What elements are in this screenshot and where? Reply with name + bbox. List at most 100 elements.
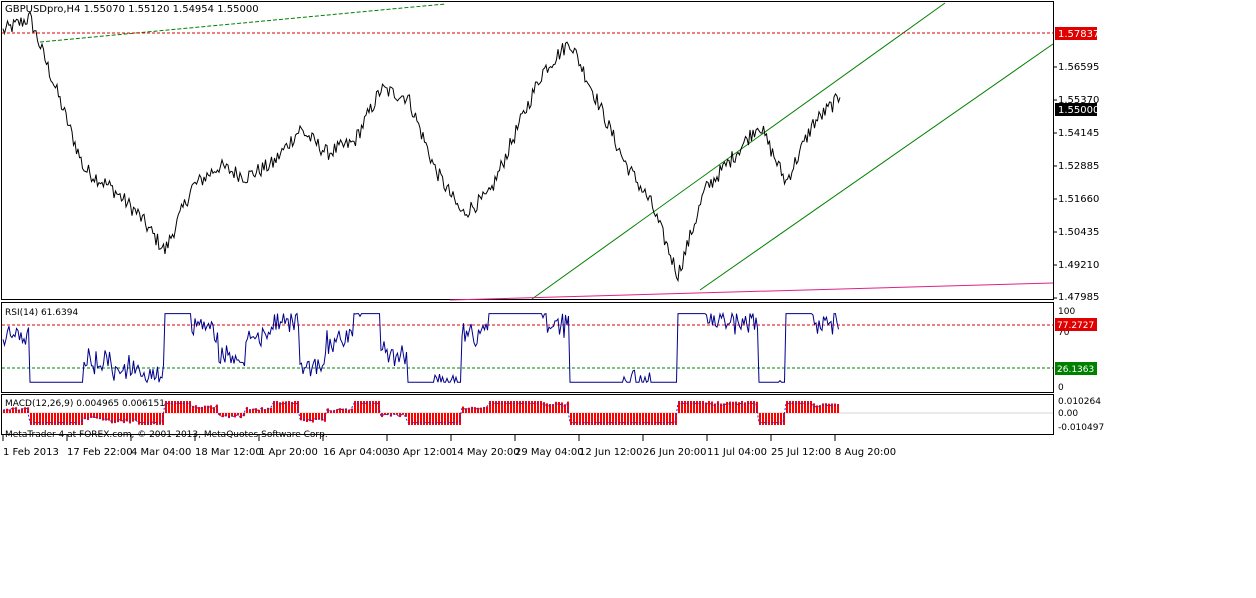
macd-bar — [372, 401, 374, 413]
macd-bar — [357, 401, 359, 413]
mt4-chart[interactable]: GBPUSDpro,H4 1.55070 1.55120 1.54954 1.5… — [0, 0, 1256, 598]
macd-bar — [537, 401, 539, 413]
macd-bar — [198, 407, 200, 413]
macd-bar — [78, 413, 80, 425]
macd-bar — [492, 401, 494, 413]
macd-bar — [702, 401, 704, 413]
macd-bar — [144, 413, 146, 425]
macd-y-axis: 0.010264 0.00 -0.010497 — [1058, 397, 1104, 433]
macd-bar — [693, 401, 695, 413]
macd-bar — [777, 413, 779, 425]
y-tick: 1.49210 — [1058, 260, 1099, 271]
macd-bar — [366, 401, 368, 413]
macd-bar — [171, 401, 173, 413]
macd-bar — [639, 413, 641, 425]
macd-bar — [57, 413, 59, 425]
macd-bar — [522, 401, 524, 413]
macd-bar — [558, 402, 560, 413]
macd-bar — [306, 413, 308, 422]
macd-bar — [363, 401, 365, 413]
y-tick: 1.54145 — [1058, 128, 1099, 139]
macd-bar — [255, 408, 257, 413]
macd-bar — [807, 401, 809, 413]
macd-bar — [420, 413, 422, 425]
macd-bar — [51, 413, 53, 425]
macd-bar — [60, 413, 62, 425]
macd-bar — [294, 401, 296, 413]
macd-bar — [810, 401, 812, 413]
macd-bar — [798, 401, 800, 413]
macd-bar — [624, 413, 626, 425]
macd-bar — [783, 413, 785, 425]
macd-bar — [210, 405, 212, 413]
macd-bar — [741, 401, 743, 413]
macd-bar — [708, 401, 710, 413]
macd-bar — [609, 413, 611, 425]
macd-bar — [423, 413, 425, 425]
macd-bar — [54, 413, 56, 425]
y-tick: 1.56595 — [1058, 62, 1099, 73]
macd-bar — [444, 413, 446, 425]
x-tick-label: 14 May 20:00 — [451, 447, 520, 458]
macd-bar — [636, 413, 638, 425]
macd-bar — [621, 413, 623, 425]
macd-bar — [195, 405, 197, 413]
macd-bar — [285, 401, 287, 413]
macd-bar — [174, 401, 176, 413]
x-tick-label: 8 Aug 20:00 — [835, 447, 896, 458]
y-tick: 1.52885 — [1058, 161, 1099, 172]
macd-bar — [834, 403, 836, 413]
macd-bar — [120, 413, 122, 422]
resistance-label: 1.57837 — [1058, 29, 1099, 40]
macd-bar — [786, 401, 788, 413]
macd-bar — [756, 401, 758, 413]
macd-bar — [501, 401, 503, 413]
macd-bar — [48, 413, 50, 425]
macd-bar — [354, 401, 356, 413]
macd-bar — [156, 413, 158, 425]
macd-bar — [633, 413, 635, 425]
macd-bar — [168, 401, 170, 413]
macd-bar — [189, 401, 191, 413]
macd-bar — [585, 413, 587, 425]
x-tick-label: 11 Jul 04:00 — [707, 447, 767, 458]
macd-bar — [129, 413, 131, 424]
macd-bar — [360, 401, 362, 413]
macd-bar — [663, 413, 665, 425]
macd-bar — [462, 406, 464, 413]
macd-bar — [453, 413, 455, 425]
macd-bar — [642, 413, 644, 425]
macd-bar — [795, 401, 797, 413]
macd-bar — [87, 413, 89, 420]
macd-bar — [789, 401, 791, 413]
macd-bar — [600, 413, 602, 425]
rsi-header: RSI(14) 61.6394 — [5, 308, 78, 318]
macd-bar — [351, 408, 353, 413]
macd-bar — [765, 413, 767, 425]
macd-bar — [408, 413, 410, 425]
macd-bar — [657, 413, 659, 425]
x-tick-label: 12 Jun 12:00 — [579, 447, 643, 458]
rsi-lower-label: 26.1363 — [1057, 365, 1094, 375]
macd-bar — [417, 413, 419, 425]
macd-bar — [45, 413, 47, 425]
macd-bar — [804, 401, 806, 413]
macd-bar — [486, 406, 488, 413]
macd-bar — [774, 413, 776, 425]
macd-bar — [384, 413, 386, 415]
macd-bar — [435, 413, 437, 425]
macd-bar — [147, 413, 149, 425]
macd-bar — [618, 413, 620, 425]
macd-bar — [426, 413, 428, 425]
macd-bar — [273, 401, 275, 413]
macd-bar — [9, 409, 11, 413]
rsi-tick: 0 — [1058, 383, 1064, 393]
macd-bar — [165, 401, 167, 413]
macd-bar — [615, 413, 617, 425]
macd-bar — [738, 402, 740, 413]
macd-bar — [510, 401, 512, 413]
macd-bar — [828, 403, 830, 413]
macd-bar — [516, 401, 518, 413]
macd-bar — [813, 403, 815, 413]
macd-bar — [93, 413, 95, 418]
